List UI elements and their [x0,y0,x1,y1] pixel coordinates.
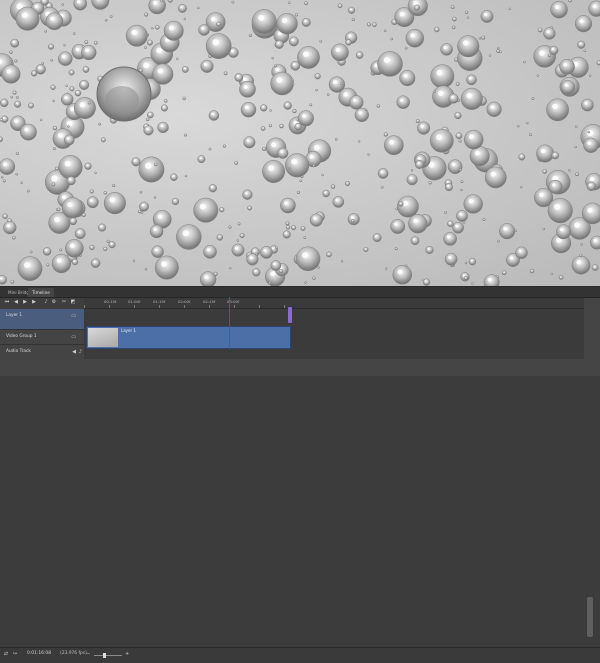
current-time: 0:01:16:08 [27,651,51,656]
tab-timeline[interactable]: Timeline [28,288,54,297]
video-group-row[interactable]: Video Group 1 ▭ [0,329,84,345]
film-icon[interactable]: ▭ [71,313,76,319]
play-icon[interactable]: ▶ [22,299,28,305]
frame-rate: (23.976 fps) [60,651,87,656]
settings-icon[interactable]: ⚙ [51,299,57,305]
previous-frame-icon[interactable]: ◀ [13,299,19,305]
layer-row[interactable]: Layer 1 ▭ [0,309,84,329]
panel-tab-bar: Mini Bridge Timeline [0,287,600,298]
transition-icon[interactable]: ◩ [70,299,76,305]
video-clip[interactable]: Layer 1 [86,326,291,349]
clip-label: Layer 1 [121,328,136,333]
clip-thumbnail [88,328,118,347]
ruler-tick: 00:15f [104,299,116,304]
ruler-tick: 02:15f [203,299,215,304]
ruler-tick: 01:00f [128,299,140,304]
film-icon[interactable]: ▭ [71,334,76,340]
go-to-first-frame-icon[interactable]: ⏮ [4,299,10,305]
work-area-end-marker[interactable] [288,307,292,323]
zoom-in-icon[interactable]: + [125,651,129,657]
zoom-slider-knob[interactable] [103,653,106,658]
next-frame-icon[interactable]: ▶ [31,299,37,305]
ruler-tick: 02:00f [178,299,190,304]
zoom-slider[interactable] [94,655,122,656]
video-group-label: Video Group 1 [6,334,37,339]
playhead[interactable] [229,297,230,349]
speaker-icon[interactable]: ◀ [72,349,76,355]
zoom-out-icon[interactable]: − [86,651,90,657]
water-droplets-image [0,0,600,286]
vertical-scrollbar[interactable] [586,594,594,640]
image-canvas[interactable] [0,0,600,286]
layer-label: Layer 1 [6,313,22,318]
audio-track-label: Audio Track [6,349,31,354]
track-labels: Layer 1 ▭ Video Group 1 ▭ Audio Track ◀ … [0,309,84,359]
audio-track-row[interactable]: Audio Track ◀ ♪ [0,344,84,360]
ruler-tick: 01:15f [153,299,165,304]
split-icon[interactable]: ✂ [61,299,67,305]
note-icon[interactable]: ♪ [79,349,82,355]
convert-icon[interactable]: ⇄ [3,651,9,657]
audio-icon[interactable]: ♪ [43,299,49,305]
timeline-ruler[interactable]: 00:15f 01:00f 01:15f 02:00f 02:15f 03:00… [84,298,584,309]
timeline-status-bar: ⇄ ↪ 0:01:16:08 (23.976 fps) − + [0,647,600,663]
scrollbar-thumb[interactable] [587,597,593,637]
render-icon[interactable]: ↪ [12,651,18,657]
